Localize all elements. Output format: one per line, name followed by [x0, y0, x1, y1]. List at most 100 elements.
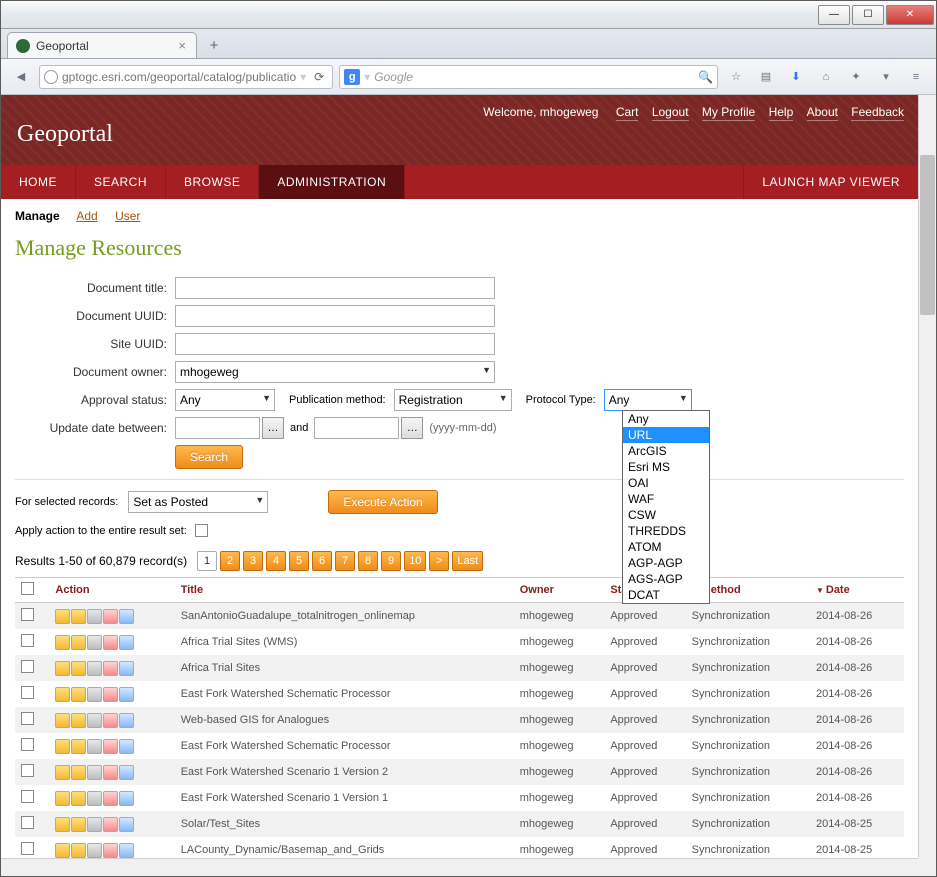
protocol-option-atom[interactable]: ATOM [623, 539, 709, 555]
select-bulk-action[interactable]: Set as Posted [128, 491, 268, 513]
vertical-scrollbar[interactable] [918, 95, 936, 858]
action-i1-icon[interactable] [55, 817, 70, 832]
addon-button[interactable]: ✦ [844, 65, 868, 89]
home-button[interactable]: ⌂ [814, 65, 838, 89]
page-button-5[interactable]: 5 [289, 551, 309, 571]
link-help[interactable]: Help [769, 105, 794, 121]
action-i2-icon[interactable] [71, 791, 86, 806]
link-my-profile[interactable]: My Profile [702, 105, 755, 121]
row-checkbox[interactable] [21, 634, 34, 647]
cell-title[interactable]: Web-based GIS for Analogues [175, 707, 514, 733]
row-checkbox[interactable] [21, 790, 34, 803]
horizontal-scrollbar[interactable] [1, 858, 918, 876]
page-button-9[interactable]: 9 [381, 551, 401, 571]
search-icon[interactable]: 🔍 [698, 70, 713, 84]
input-date-from[interactable] [175, 417, 260, 439]
nav-launch-map-viewer[interactable]: LAUNCH MAP VIEWER [743, 165, 918, 199]
protocol-option-waf[interactable]: WAF [623, 491, 709, 507]
nav-browse[interactable]: BROWSE [166, 165, 259, 199]
input-site-uuid[interactable] [175, 333, 495, 355]
protocol-option-csw[interactable]: CSW [623, 507, 709, 523]
input-date-to[interactable] [314, 417, 399, 439]
input-document-uuid[interactable] [175, 305, 495, 327]
menu-button[interactable]: ≡ [904, 65, 928, 89]
input-document-title[interactable] [175, 277, 495, 299]
protocol-option-any[interactable]: Any [623, 411, 709, 427]
select-publication-method[interactable]: Registration [394, 389, 512, 411]
action-i2-icon[interactable] [71, 661, 86, 676]
action-i5-icon[interactable] [119, 661, 134, 676]
link-feedback[interactable]: Feedback [851, 105, 904, 121]
cell-title[interactable]: Africa Trial Sites (WMS) [175, 629, 514, 655]
action-i3-icon[interactable] [87, 661, 102, 676]
page-button->[interactable]: > [429, 551, 449, 571]
page-button-2[interactable]: 2 [220, 551, 240, 571]
link-about[interactable]: About [807, 105, 838, 121]
action-i2-icon[interactable] [71, 609, 86, 624]
protocol-option-ags-agp[interactable]: AGS-AGP [623, 571, 709, 587]
action-i2-icon[interactable] [71, 635, 86, 650]
subnav-user[interactable]: User [115, 209, 140, 223]
protocol-option-thredds[interactable]: THREDDS [623, 523, 709, 539]
select-approval-status[interactable]: Any [175, 389, 275, 411]
cell-title[interactable]: LACounty_Dynamic/Basemap_and_Grids [175, 837, 514, 858]
subnav-manage[interactable]: Manage [15, 209, 60, 223]
cell-title[interactable]: Solar/Test_Sites [175, 811, 514, 837]
action-i3-icon[interactable] [87, 609, 102, 624]
action-i1-icon[interactable] [55, 661, 70, 676]
tab-close-icon[interactable]: × [176, 38, 188, 53]
link-logout[interactable]: Logout [652, 105, 689, 121]
action-i2-icon[interactable] [71, 713, 86, 728]
action-i2-icon[interactable] [71, 739, 86, 754]
action-i5-icon[interactable] [119, 817, 134, 832]
calendar-from-button[interactable]: … [262, 417, 284, 439]
reload-button[interactable]: ⟳ [310, 70, 328, 84]
action-i5-icon[interactable] [119, 687, 134, 702]
select-document-owner[interactable]: mhogeweg [175, 361, 495, 383]
column-header-date[interactable]: ▼Date [810, 578, 904, 603]
action-i4-icon[interactable] [103, 765, 118, 780]
protocol-option-agp-agp[interactable]: AGP-AGP [623, 555, 709, 571]
nav-administration[interactable]: ADMINISTRATION [259, 165, 405, 199]
protocol-type-dropdown[interactable]: AnyURLArcGISEsri MSOAIWAFCSWTHREDDSATOMA… [622, 410, 710, 604]
action-i2-icon[interactable] [71, 843, 86, 858]
row-checkbox[interactable] [21, 712, 34, 725]
row-checkbox[interactable] [21, 842, 34, 855]
checkbox-select-all[interactable] [21, 582, 34, 595]
page-button-4[interactable]: 4 [266, 551, 286, 571]
scroll-thumb[interactable] [920, 155, 935, 315]
select-protocol-type[interactable]: Any [604, 389, 692, 411]
action-i4-icon[interactable] [103, 661, 118, 676]
cell-title[interactable]: East Fork Watershed Scenario 1 Version 1 [175, 785, 514, 811]
row-checkbox[interactable] [21, 608, 34, 621]
page-button-6[interactable]: 6 [312, 551, 332, 571]
action-i1-icon[interactable] [55, 765, 70, 780]
execute-action-button[interactable]: Execute Action [328, 490, 437, 514]
downloads-button[interactable]: ⬇ [784, 65, 808, 89]
action-i3-icon[interactable] [87, 843, 102, 858]
action-i5-icon[interactable] [119, 713, 134, 728]
action-i1-icon[interactable] [55, 791, 70, 806]
action-i4-icon[interactable] [103, 713, 118, 728]
action-i4-icon[interactable] [103, 609, 118, 624]
cell-title[interactable]: Africa Trial Sites [175, 655, 514, 681]
page-button-8[interactable]: 8 [358, 551, 378, 571]
library-button[interactable]: ▤ [754, 65, 778, 89]
subnav-add[interactable]: Add [76, 209, 97, 223]
row-checkbox[interactable] [21, 686, 34, 699]
nav-home[interactable]: HOME [1, 165, 76, 199]
cell-title[interactable]: East Fork Watershed Scenario 1 Version 2 [175, 759, 514, 785]
action-i3-icon[interactable] [87, 739, 102, 754]
cell-title[interactable]: East Fork Watershed Schematic Processor [175, 733, 514, 759]
action-i5-icon[interactable] [119, 739, 134, 754]
page-button-1[interactable]: 1 [197, 551, 217, 571]
cell-title[interactable]: East Fork Watershed Schematic Processor [175, 681, 514, 707]
action-i3-icon[interactable] [87, 713, 102, 728]
row-checkbox[interactable] [21, 816, 34, 829]
bookmark-button[interactable]: ☆ [724, 65, 748, 89]
browser-search-bar[interactable]: g ▾ Google 🔍 [339, 65, 718, 89]
cell-title[interactable]: SanAntonioGuadalupe_totalnitrogen_online… [175, 603, 514, 630]
action-i4-icon[interactable] [103, 791, 118, 806]
protocol-option-dcat[interactable]: DCAT [623, 587, 709, 603]
action-i3-icon[interactable] [87, 635, 102, 650]
